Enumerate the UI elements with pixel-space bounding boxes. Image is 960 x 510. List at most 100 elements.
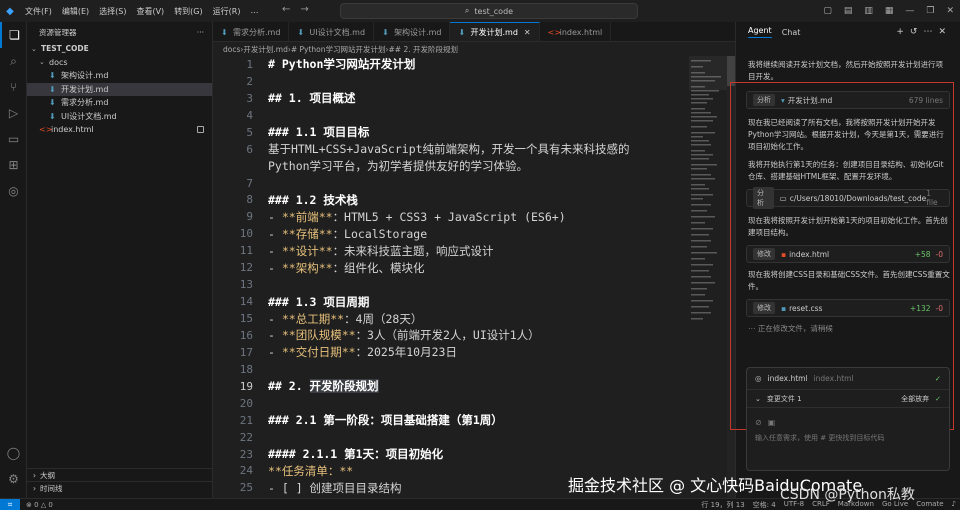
layout-icon[interactable]: ▢ xyxy=(817,6,838,16)
cursor-position[interactable]: 行 19，列 13 xyxy=(701,500,744,510)
code-line[interactable]: 7 xyxy=(213,175,693,192)
code-line[interactable]: 21 ### 2.1 第一阶段：项目基础搭建（第1周） xyxy=(213,412,693,429)
file-item[interactable]: ⬇ UI设计文档.md xyxy=(27,110,212,124)
remote-icon[interactable]: ▭ xyxy=(0,126,27,152)
code-line[interactable]: 22 xyxy=(213,429,693,446)
layout-icon[interactable]: ▤ xyxy=(838,6,859,16)
gear-icon[interactable]: ⚙ xyxy=(0,466,27,492)
code-line[interactable]: 8 ### 1.2 技术栈 xyxy=(213,192,693,209)
file-index-html[interactable]: <> index.html xyxy=(27,123,212,137)
source-control-icon[interactable]: ⑂ xyxy=(0,74,27,100)
menu-item[interactable]: 转到(G) xyxy=(169,6,207,17)
changes-summary: ⌄ 变更文件 1 全部放弃 ✓ xyxy=(747,390,949,408)
code-line[interactable]: 16 - **团队规模**：3人（前端开发2人，UI设计1人） xyxy=(213,327,693,344)
code-line[interactable]: 18 xyxy=(213,361,693,378)
breadcrumb-item[interactable]: ## 2. 开发阶段规划 xyxy=(389,44,459,55)
file-item[interactable]: ⬇ 需求分析.md xyxy=(27,96,212,110)
new-chat-icon[interactable]: + xyxy=(896,27,910,37)
code-line[interactable]: 10 - **存储**：LocalStorage xyxy=(213,225,693,242)
tab-file[interactable]: ⬇ 需求分析.md xyxy=(213,22,290,41)
folder-docs[interactable]: ⌄ docs xyxy=(27,56,212,70)
changes-label: 变更文件 1 xyxy=(766,394,802,403)
chevron-down-icon[interactable]: ⌄ xyxy=(755,395,761,403)
comate-icon[interactable]: ◎ xyxy=(0,178,27,204)
explorer-title: 资源管理器 xyxy=(39,27,77,37)
menu-item[interactable]: 文件(F) xyxy=(20,6,57,17)
tab-file[interactable]: <> index.html xyxy=(540,22,612,41)
file-item[interactable]: ⬇ 架构设计.md xyxy=(27,69,212,83)
code-line[interactable]: 13 xyxy=(213,276,693,293)
tab-chat[interactable]: Chat xyxy=(782,28,801,37)
attach-icon[interactable]: ⊘ xyxy=(755,418,762,427)
outline-section[interactable]: › 大纲 xyxy=(27,468,213,481)
close-icon[interactable]: ✕ xyxy=(940,6,960,16)
bell-icon[interactable]: ♪ xyxy=(952,500,956,510)
file-list: ⬇ 架构设计.md ⬇ 开发计划.md ⬇ 需求分析.md ⬇ UI设计文档.md xyxy=(27,69,212,123)
code-line[interactable]: 5 ### 1.1 项目目标 xyxy=(213,124,693,141)
code-line[interactable]: 12 - **架构**：组件化、模块化 xyxy=(213,259,693,276)
code-line[interactable]: 17 - **交付日期**：2025年10月23日 xyxy=(213,344,693,361)
layout-icon[interactable]: ▥ xyxy=(858,6,879,16)
accept-all-icon[interactable]: ✓ xyxy=(935,395,941,403)
account-icon[interactable]: ◯ xyxy=(0,440,27,466)
command-center-search[interactable]: ⌕ test_code xyxy=(340,3,638,19)
menu-item[interactable]: 编辑(E) xyxy=(57,6,94,17)
menu-item[interactable]: 运行(R) xyxy=(208,6,246,17)
code-line[interactable]: 3 ## 1. 项目概述 xyxy=(213,90,693,107)
menu-item[interactable]: … xyxy=(245,6,263,17)
menu-item[interactable]: 查看(V) xyxy=(131,6,169,17)
root-folder[interactable]: ⌄ TEST_CODE xyxy=(27,42,212,56)
tab-agent[interactable]: Agent xyxy=(748,26,772,38)
tab-file[interactable]: ⬇ 架构设计.md xyxy=(374,22,451,41)
line-text: ### 2.1 第一阶段：项目基础搭建（第1周） xyxy=(268,413,503,428)
code-line[interactable]: 20 xyxy=(213,395,693,412)
code-editor[interactable]: 1 # Python学习网站开发计划 2 3 ## 1. 项目概述 4 5 ### 1.1 项… xyxy=(213,56,693,498)
chat-input-box[interactable]: ◎ index.html index.html ✓ ⌄ 变更文件 1 全部放弃 … xyxy=(746,367,950,471)
code-line[interactable]: Python学习平台，为初学者提供友好的学习体验。 xyxy=(213,158,693,175)
code-line[interactable]: 11 - **设计**：未来科技蓝主题，响应式设计 xyxy=(213,242,693,259)
code-line[interactable]: 1 # Python学习网站开发计划 xyxy=(213,56,693,73)
close-icon[interactable]: ✕ xyxy=(938,27,952,37)
chat-input[interactable]: 输入任意需求，使用 # 更快找到目标代码 xyxy=(747,427,949,449)
window-controls: ▢ ▤ ▥ ▦ — ❐ ✕ xyxy=(817,0,960,22)
more-actions-icon[interactable]: ⋯ xyxy=(923,27,938,37)
restore-icon[interactable]: ❐ xyxy=(920,6,940,16)
more-actions-icon[interactable]: ··· xyxy=(197,28,204,37)
code-line[interactable]: 15 - **总工期**：4周（28天） xyxy=(213,310,693,327)
tab-file[interactable]: ⬇ UI设计文档.md xyxy=(289,22,375,41)
title-bar: ◆ 文件(F) 编辑(E) 选择(S) 查看(V) 转到(G) 运行(R)… ←→ ⌕ t… xyxy=(0,0,960,22)
discard-all-button[interactable]: 全部放弃 xyxy=(901,394,929,404)
breadcrumb-item[interactable]: docs xyxy=(223,45,240,54)
remote-indicator-icon[interactable]: ⌗ xyxy=(0,498,20,510)
comate-status[interactable]: Comate xyxy=(916,500,943,510)
code-line[interactable]: 14 ### 1.3 项目周期 xyxy=(213,293,693,310)
code-line[interactable]: 6 基于HTML+CSS+JavaScript纯前端架构，开发一个具有未来科技感的 xyxy=(213,141,693,158)
code-line[interactable]: 19 ## 2. 开发阶段规划 xyxy=(213,378,693,395)
search-icon[interactable]: ⌕ xyxy=(0,48,27,74)
code-line[interactable]: 23 #### 2.1.1 第1天：项目初始化 xyxy=(213,446,693,463)
changed-file-row[interactable]: ◎ index.html index.html ✓ xyxy=(747,368,949,390)
tab-active[interactable]: ⬇ 开发计划.md ✕ xyxy=(450,22,540,41)
timeline-section[interactable]: › 时间线 xyxy=(27,481,213,494)
minimize-icon[interactable]: — xyxy=(899,6,920,16)
customize-layout-icon[interactable]: ▦ xyxy=(879,6,900,16)
close-tab-icon[interactable]: ✕ xyxy=(524,28,531,37)
code-line[interactable]: 2 xyxy=(213,73,693,90)
indentation[interactable]: 空格: 4 xyxy=(753,500,776,510)
code-line[interactable]: 9 - **前端**：HTML5 + CSS3 + JavaScript (ES6… xyxy=(213,208,693,225)
problems-indicator[interactable]: ⊗ 0 △ 0 xyxy=(20,501,53,509)
menu-item[interactable]: 选择(S) xyxy=(94,6,131,17)
history-icon[interactable]: ↺ xyxy=(910,27,924,37)
breadcrumb-item[interactable]: 开发计划.md xyxy=(243,44,287,55)
code-line[interactable]: 4 xyxy=(213,107,693,124)
nav-arrows[interactable]: ←→ xyxy=(282,4,319,15)
explorer-icon[interactable]: ❏ xyxy=(0,22,27,48)
line-number: 25 xyxy=(239,481,253,495)
search-input[interactable]: test_code xyxy=(474,7,513,16)
run-debug-icon[interactable]: ▷ xyxy=(0,100,27,126)
image-icon[interactable]: ▣ xyxy=(768,418,776,427)
minimap[interactable] xyxy=(689,56,727,498)
file-item[interactable]: ⬇ 开发计划.md xyxy=(27,82,212,96)
extensions-icon[interactable]: ⊞ xyxy=(0,152,27,178)
breadcrumb-item[interactable]: # Python学习网站开发计划 xyxy=(291,44,386,55)
